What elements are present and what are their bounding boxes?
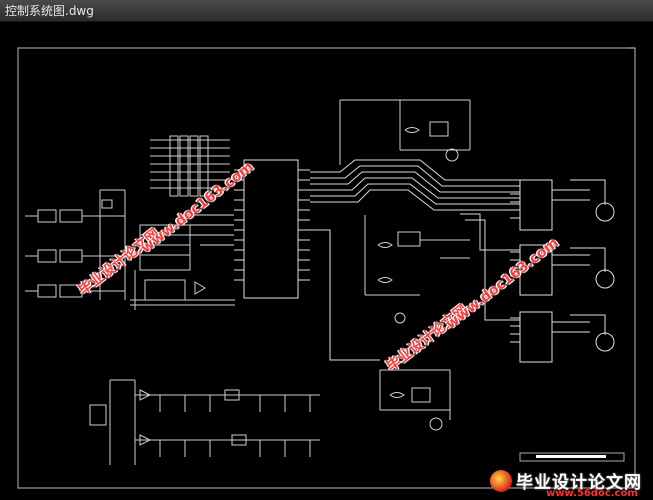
- data-bus: [310, 159, 520, 361]
- motor-driver-1: [510, 179, 615, 231]
- window-title: 控制系统图.dwg: [5, 4, 94, 18]
- motor-driver-3: [510, 311, 615, 363]
- power-supply-circuit: [89, 379, 320, 465]
- footer-logo: 毕业设计论文网 www.56doc.com: [484, 468, 653, 500]
- footer-url: www.56doc.com: [546, 488, 638, 499]
- relay-circuit-top: [339, 99, 471, 165]
- window-titlebar: 控制系统图.dwg: [0, 0, 653, 22]
- schematic-drawing: [17, 47, 636, 489]
- drawing-canvas[interactable]: 毕业设计论文网 www.doc163.com 毕业设计论文网 www.doc16…: [0, 22, 653, 500]
- logo-badge-icon: [490, 470, 512, 492]
- relay-circuit-bottom: [379, 369, 451, 431]
